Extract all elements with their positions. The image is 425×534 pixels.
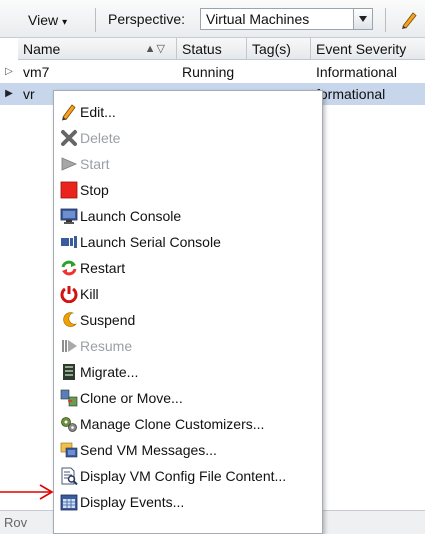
column-header-tags[interactable]: Tag(s) <box>247 38 311 60</box>
suspend-icon <box>63 312 77 327</box>
menu-item-send-vm-messages[interactable]: Send VM Messages... <box>54 437 322 463</box>
menu-item-clone-or-move[interactable]: Clone or Move... <box>54 385 322 411</box>
sort-indicator-icon[interactable]: ▲▽ <box>145 38 166 60</box>
migrate-icon <box>63 364 75 380</box>
dropdown-arrow-icon[interactable] <box>353 9 372 29</box>
annotation-arrow-icon <box>0 484 54 500</box>
menu-item-resume[interactable]: Resume <box>54 333 322 359</box>
serial-console-icon <box>61 236 77 248</box>
menu-item-label: Launch Console <box>80 208 182 224</box>
restart-icon <box>61 260 77 276</box>
menu-item-label: Send VM Messages... <box>80 442 217 458</box>
column-header-name[interactable]: Name ▲▽ <box>18 38 177 60</box>
toolbar: View ▾ Perspective: Virtual Machines <box>0 0 425 38</box>
menu-item-label: Launch Serial Console <box>80 234 221 250</box>
menu-item-label: Resume <box>80 338 133 354</box>
gears-icon <box>61 417 77 432</box>
column-header-status[interactable]: Status <box>177 38 247 60</box>
x-delete-icon <box>61 130 77 146</box>
column-header-name-label: Name <box>23 41 61 57</box>
stop-icon <box>60 181 78 199</box>
perspective-value: Virtual Machines <box>206 11 310 27</box>
toolbar-separator <box>95 8 96 32</box>
bottom-panel-label: Rov <box>4 515 28 530</box>
menu-item-label: Restart <box>80 260 126 276</box>
chevron-down-icon: ▾ <box>62 17 68 28</box>
menu-item-suspend[interactable]: Suspend <box>54 307 322 333</box>
menu-item-label: Display Events... <box>80 494 185 510</box>
play-icon <box>61 157 78 171</box>
pencil-icon[interactable] <box>399 10 419 30</box>
menu-item-label: Display VM Config File Content... <box>80 468 287 484</box>
config-file-icon <box>61 467 78 485</box>
clone-icon <box>60 389 78 407</box>
menu-item-label: Edit... <box>80 104 116 120</box>
menu-item-label: Start <box>80 156 110 172</box>
column-header-tags-label: Tag(s) <box>252 41 291 57</box>
pencil-icon <box>62 104 76 121</box>
menu-item-launch-serial-console[interactable]: Launch Serial Console <box>54 229 322 255</box>
toolbar-separator <box>385 8 386 32</box>
menu-item-label: Kill <box>80 286 99 302</box>
menu-item-display-events[interactable]: Display Events... <box>54 489 322 515</box>
table-row[interactable]: ▷ vm7 Running Informational <box>0 61 425 83</box>
menu-item-migrate[interactable]: Migrate... <box>54 359 322 385</box>
menu-item-display-vm-config-file-content[interactable]: Display VM Config File Content... <box>54 463 322 489</box>
menu-item-label: Clone or Move... <box>80 390 183 406</box>
menu-item-label: Suspend <box>80 312 136 328</box>
perspective-select[interactable]: Virtual Machines <box>200 8 373 30</box>
row-event-severity: Informational <box>316 64 397 80</box>
menu-item-restart[interactable]: Restart <box>54 255 322 281</box>
menu-item-start[interactable]: Start <box>54 151 322 177</box>
menu-item-label: Migrate... <box>80 364 139 380</box>
menu-item-label: Stop <box>80 182 109 198</box>
menu-item-stop[interactable]: Stop <box>54 177 322 203</box>
expand-triangle-icon[interactable]: ▶ <box>0 83 18 105</box>
row-status: Running <box>182 64 235 80</box>
view-label: View <box>28 12 59 28</box>
monitor-icon <box>60 208 78 224</box>
menu-item-label: Manage Clone Customizers... <box>80 416 265 432</box>
column-header-event-severity[interactable]: Event Severity <box>311 38 425 60</box>
menu-item-launch-console[interactable]: Launch Console <box>54 203 322 229</box>
column-header-status-label: Status <box>182 41 222 57</box>
row-name: vm7 <box>23 64 50 80</box>
kill-icon <box>60 286 78 303</box>
send-message-icon <box>60 442 78 458</box>
menu-item-manage-clone-customizers[interactable]: Manage Clone Customizers... <box>54 411 322 437</box>
menu-item-edit[interactable]: Edit... <box>54 99 322 125</box>
menu-item-kill[interactable]: Kill <box>54 281 322 307</box>
calendar-icon <box>60 494 78 511</box>
menu-item-label: Delete <box>80 130 121 146</box>
perspective-label: Perspective: <box>108 11 186 27</box>
resume-icon <box>62 340 77 352</box>
view-menu-button[interactable]: View ▾ <box>24 10 71 30</box>
expand-triangle-icon[interactable]: ▷ <box>0 61 18 83</box>
column-header-event-severity-label: Event Severity <box>316 41 407 57</box>
menu-item-delete[interactable]: Delete <box>54 125 322 151</box>
context-menu: Edit... Delete Start Stop Launch Console <box>53 90 323 534</box>
row-event-severity: formational <box>316 86 386 102</box>
